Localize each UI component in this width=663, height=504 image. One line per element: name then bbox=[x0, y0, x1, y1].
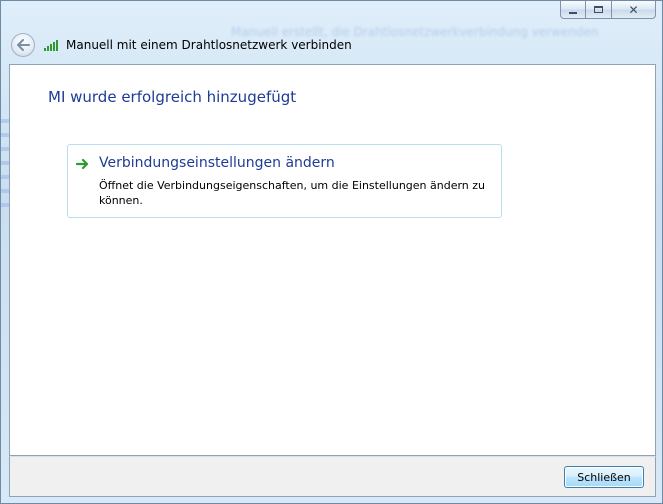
change-connection-settings-option[interactable]: Verbindungseinstellungen ändern Öffnet d… bbox=[67, 144, 502, 218]
back-button[interactable] bbox=[11, 33, 35, 57]
option-description: Öffnet die Verbindungseigenschaften, um … bbox=[99, 179, 486, 207]
maximize-button[interactable] bbox=[586, 1, 612, 19]
content-panel: MI wurde erfolgreich hinzugefügt Verbind… bbox=[9, 64, 656, 456]
back-arrow-icon bbox=[17, 39, 30, 51]
caption-buttons: ✕ bbox=[560, 1, 656, 20]
dialog-title: Manuell mit einem Drahtlosnetzwerk verbi… bbox=[66, 38, 352, 52]
dialog-footer: Schließen bbox=[9, 456, 656, 497]
maximize-icon bbox=[594, 6, 603, 13]
background-blur-stripe bbox=[1, 119, 9, 209]
dialog-window: Manuell erstellt, die Drahtlosnetzwerkve… bbox=[0, 0, 663, 504]
option-title: Verbindungseinstellungen ändern bbox=[99, 155, 335, 171]
close-window-button[interactable]: ✕ bbox=[612, 1, 656, 19]
close-button[interactable]: Schließen bbox=[564, 466, 644, 488]
page-heading: MI wurde erfolgreich hinzugefügt bbox=[48, 88, 297, 106]
minimize-button[interactable] bbox=[560, 1, 586, 19]
minimize-icon bbox=[569, 11, 577, 14]
wireless-signal-icon bbox=[44, 39, 60, 51]
green-arrow-icon bbox=[76, 158, 89, 170]
close-icon: ✕ bbox=[628, 2, 639, 17]
